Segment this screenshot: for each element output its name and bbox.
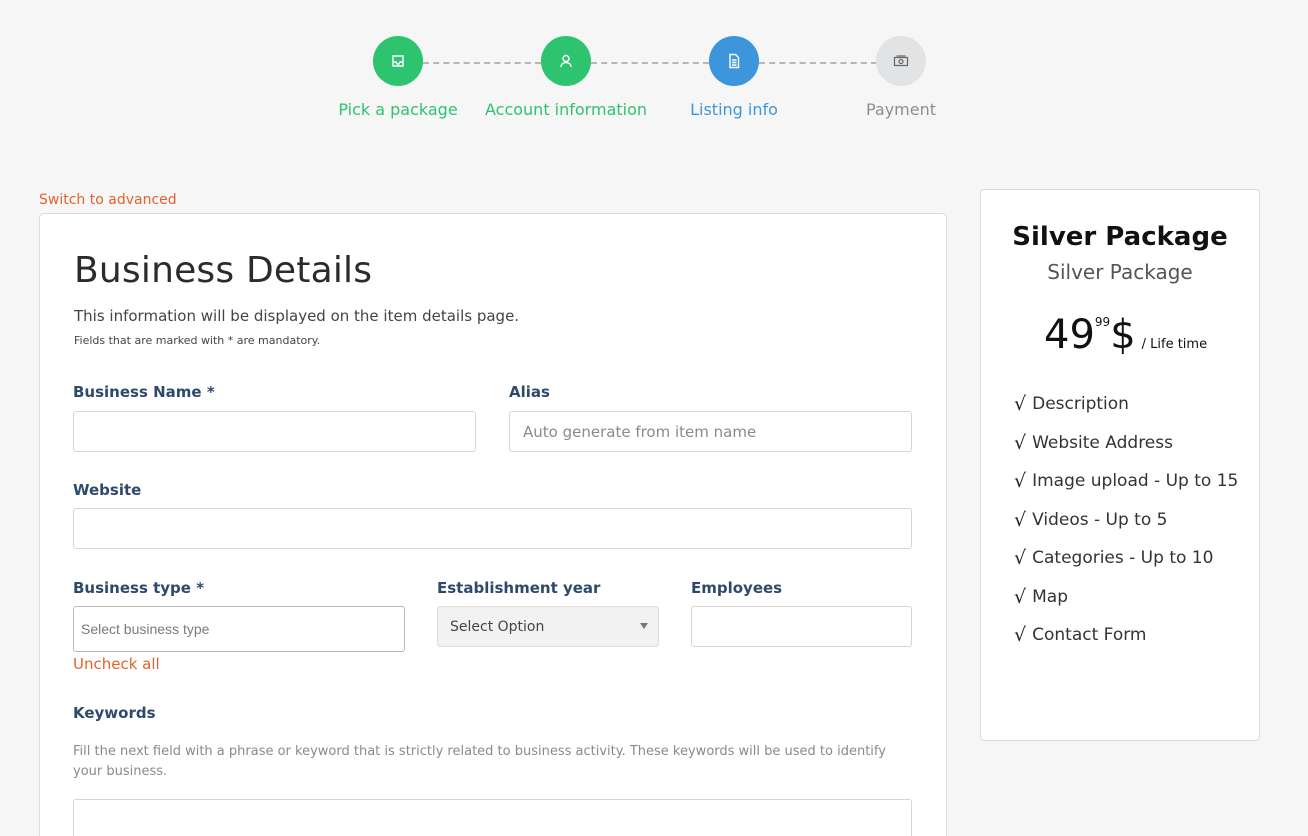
check-icon: √ [1014, 508, 1027, 531]
step-circle [876, 36, 926, 86]
keywords-label: Keywords [73, 704, 156, 722]
price-currency: $ [1110, 312, 1136, 358]
feature-item: √ Description [1014, 394, 1238, 433]
uncheck-all-link[interactable]: Uncheck all [73, 655, 160, 673]
check-icon: √ [1014, 624, 1027, 646]
check-icon: √ [1014, 470, 1027, 492]
business-type-select[interactable]: Select business type [73, 606, 405, 652]
switch-to-advanced-link[interactable]: Switch to advanced [39, 192, 177, 208]
business-name-label: Business Name * [73, 383, 215, 401]
employees-label: Employees [691, 579, 783, 597]
package-title: Silver Package [1012, 222, 1228, 252]
feature-item: √ Map [1014, 587, 1238, 626]
feature-item: √ Videos - Up to 5 [1014, 510, 1238, 549]
form-description: This information will be displayed on th… [74, 307, 520, 325]
step-label: Payment [865, 100, 937, 119]
package-price: 4999$ / Life time [1044, 312, 1207, 358]
feature-item: √ Website Address [1014, 433, 1238, 472]
establishment-year-select[interactable]: Select Option [437, 606, 659, 647]
establishment-year-label: Establishment year [437, 579, 601, 597]
business-name-input[interactable] [73, 411, 476, 452]
feature-item: √ Image upload - Up to 15 [1014, 471, 1238, 510]
business-type-label: Business type * [73, 579, 205, 597]
mandatory-note: Fields that are marked with * are mandat… [74, 334, 321, 347]
price-whole: 49 [1044, 312, 1095, 358]
feature-label: Website Address [1032, 432, 1173, 453]
check-icon: √ [1014, 585, 1027, 608]
check-icon: √ [1014, 393, 1027, 415]
step-circle [541, 36, 591, 86]
keywords-input[interactable] [73, 799, 912, 836]
feature-label: Videos - Up to 5 [1032, 509, 1168, 530]
user-icon [560, 54, 572, 68]
price-period: / Life time [1141, 337, 1208, 352]
website-label: Website [73, 481, 142, 499]
document-icon [729, 53, 740, 69]
feature-label: Description [1032, 394, 1129, 414]
feature-item: √ Categories - Up to 10 [1014, 548, 1238, 587]
package-summary-card: Silver Package Silver Package 4999$ / Lif… [980, 189, 1260, 741]
step-circle [373, 36, 423, 86]
page: Pick a package Account information Listi… [0, 0, 1308, 836]
step-payment[interactable]: Payment [801, 36, 1001, 119]
feature-label: Categories - Up to 10 [1032, 548, 1214, 568]
dropdown-arrow-icon [640, 623, 648, 629]
feature-item: √ Contact Form [1014, 625, 1238, 664]
money-icon [893, 55, 909, 67]
website-input[interactable] [73, 508, 912, 549]
inbox-icon [392, 55, 404, 67]
keywords-help-text: Fill the next field with a phrase or key… [73, 744, 886, 779]
check-icon: √ [1014, 547, 1027, 569]
feature-label: Contact Form [1032, 625, 1147, 645]
employees-input[interactable] [691, 606, 912, 647]
check-icon: √ [1014, 431, 1027, 454]
feature-label: Image upload - Up to 15 [1032, 471, 1239, 491]
business-details-card: Business Details This information will b… [39, 213, 947, 836]
package-subtitle: Silver Package [1047, 260, 1193, 284]
step-circle [709, 36, 759, 86]
price-cents: 99 [1094, 315, 1111, 329]
page-title: Business Details [74, 250, 373, 291]
alias-label: Alias [509, 383, 550, 401]
feature-label: Map [1032, 586, 1068, 607]
progress-stepper: Pick a package Account information Listi… [0, 36, 1308, 126]
package-features-list: √ Description √ Website Address √ Image upl… [1014, 394, 1238, 664]
alias-input[interactable] [509, 411, 912, 452]
selected-option: Select Option [450, 619, 545, 635]
